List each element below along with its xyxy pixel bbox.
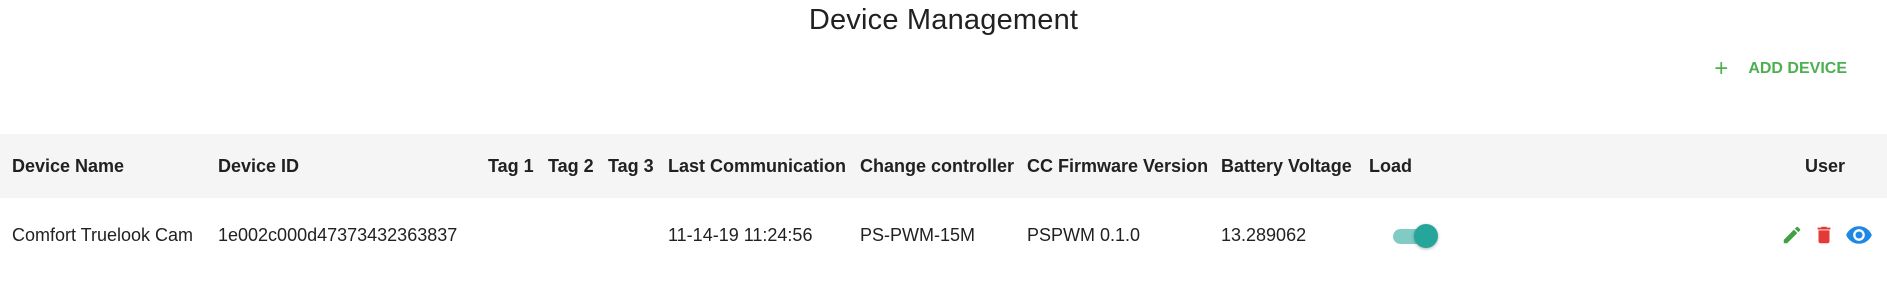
trash-icon[interactable] (1813, 224, 1835, 246)
column-header-tag3[interactable]: Tag 3 (596, 134, 656, 198)
column-header-load[interactable]: Load (1357, 134, 1477, 198)
column-header-tag2[interactable]: Tag 2 (536, 134, 596, 198)
load-toggle-thumb (1414, 224, 1438, 249)
devices-table: Device Name Device ID Tag 1 Tag 2 Tag 3 … (0, 134, 1887, 272)
column-header-change-controller[interactable]: Change controller (848, 134, 1015, 198)
column-header-device-name[interactable]: Device Name (0, 134, 206, 198)
add-device-button[interactable]: + ADD DEVICE (1714, 55, 1847, 82)
column-header-device-id[interactable]: Device ID (206, 134, 476, 198)
cell-last-communication: 11-14-19 11:24:56 (668, 224, 813, 245)
cell-tag2 (536, 198, 596, 272)
column-header-last-communication[interactable]: Last Communication (656, 134, 848, 198)
page-title: Device Management (808, 4, 1079, 36)
column-header-tag1[interactable]: Tag 1 (476, 134, 536, 198)
cell-tag3 (596, 198, 656, 272)
add-device-label: ADD DEVICE (1748, 60, 1847, 77)
column-header-cc-firmware-version[interactable]: CC Firmware Version (1015, 134, 1209, 198)
cell-change-controller: PS-PWM-15M (860, 224, 976, 245)
cell-user-actions (1477, 198, 1887, 272)
cell-cc-firmware-version: PSPWM 0.1.0 (1027, 224, 1141, 245)
cell-load (1357, 198, 1477, 272)
cell-device-id: 1e002c000d47373432363837 (218, 224, 458, 245)
cell-device-name: Comfort Truelook Cam (12, 224, 194, 245)
column-header-battery-voltage[interactable]: Battery Voltage (1209, 134, 1357, 198)
cell-battery-voltage: 13.289062 (1221, 224, 1307, 245)
table-row[interactable]: Comfort Truelook Cam 1e002c000d473734323… (0, 198, 1887, 272)
table-header-row: Device Name Device ID Tag 1 Tag 2 Tag 3 … (0, 134, 1887, 198)
load-toggle[interactable] (1391, 224, 1439, 249)
cell-tag1 (476, 198, 536, 272)
column-header-user[interactable]: User (1477, 134, 1887, 198)
plus-icon: + (1714, 55, 1729, 82)
eye-icon[interactable] (1845, 221, 1873, 249)
pencil-icon[interactable] (1781, 224, 1803, 246)
